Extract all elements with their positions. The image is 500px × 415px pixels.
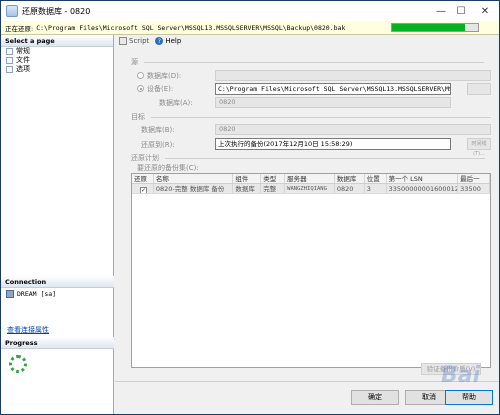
page-item-label: 选项 (16, 65, 30, 73)
backup-sets-label: 要还原的备份集(C): (137, 164, 199, 172)
column-header[interactable]: 最后一 (458, 174, 490, 183)
column-header[interactable]: 第一个 LSN (387, 174, 459, 183)
table-cell: WANGZHIQIANG (285, 184, 335, 193)
table-cell: 33500000001600012 (388, 184, 459, 193)
maximize-button[interactable]: ☐ (451, 1, 471, 21)
destination-db-label: 数据库(B): (141, 126, 175, 134)
column-header[interactable]: 位置 (365, 174, 387, 183)
script-label: Script (129, 37, 150, 45)
status-path: C:\Program Files\Microsoft SQL Server\MS… (36, 23, 346, 32)
radio-selected-icon (137, 85, 144, 92)
watermark-logo: Bai (441, 363, 481, 388)
ok-button[interactable]: 确定 (351, 390, 399, 405)
page-icon (6, 66, 13, 73)
window-title: 还原数据库 - 0820 (22, 6, 91, 16)
help-footer-button[interactable]: 帮助 (445, 390, 493, 405)
help-label: Help (165, 37, 182, 45)
table-cell: 33500 (458, 184, 490, 193)
title-bar: 还原数据库 - 0820 — ☐ ✕ (1, 1, 499, 21)
destination-group-label: 目标 (131, 113, 145, 121)
source-database-combo[interactable] (215, 70, 491, 81)
timeline-button[interactable]: 时间线(T)... (467, 138, 491, 157)
minimize-button[interactable]: — (431, 1, 451, 21)
source-db-select[interactable]: 0820 (215, 97, 451, 108)
status-label: 正在还原: (5, 24, 34, 33)
column-header[interactable]: 类型 (261, 174, 286, 183)
close-button[interactable]: ✕ (471, 1, 499, 21)
column-header[interactable]: 服务器 (285, 174, 335, 183)
column-header[interactable]: 名称 (154, 174, 234, 183)
database-icon (6, 5, 18, 17)
progress-header: Progress (1, 337, 114, 349)
connection-section: Connection DREAM [sa] (1, 276, 114, 300)
script-button[interactable]: Script (119, 37, 149, 45)
progress-fill (392, 24, 466, 31)
source-group: 源 (131, 57, 484, 67)
table-cell: 完整 (261, 184, 286, 193)
column-header[interactable]: 还原 (132, 174, 154, 183)
destination-group: 目标 (131, 112, 491, 122)
left-panel: Select a page 常规 文件 选项 Connection DREAM … (1, 35, 114, 414)
checkbox[interactable]: ✓ (139, 187, 147, 193)
table-cell: 3 (365, 184, 387, 193)
progress-spinner-icon (9, 355, 27, 373)
page-item-general[interactable]: 常规 (1, 47, 113, 56)
table-cell: 0820-完整 数据库 备份 (154, 184, 234, 193)
table-cell: 数据库 (233, 184, 262, 193)
server-icon (6, 290, 14, 298)
toolbar: Script ? Help (115, 35, 499, 47)
divider (144, 61, 484, 63)
view-connection-properties-link[interactable]: 查看连接属性 (7, 325, 49, 335)
destination-db-select[interactable]: 0820 (215, 124, 491, 135)
connection-name: DREAM [sa] (17, 290, 57, 298)
connection-header: Connection (1, 276, 114, 288)
restore-status-bar: 正在还原: C:\Program Files\Microsoft SQL Ser… (1, 21, 499, 35)
device-radio[interactable]: 设备(E): (137, 84, 173, 94)
source-db-label: 数据库(A): (159, 99, 193, 107)
restore-plan-group-label: 还原计划 (131, 154, 159, 162)
source-database-radio[interactable]: 数据库(D): (137, 71, 181, 81)
restore-database-window: 还原数据库 - 0820 — ☐ ✕ 正在还原: C:\Program File… (0, 0, 500, 415)
column-header[interactable]: 组件 (233, 174, 262, 183)
help-icon: ? (155, 37, 164, 45)
restore-checkbox-cell[interactable]: ✓ (132, 184, 154, 193)
select-page-header: Select a page (1, 35, 113, 47)
connection-item: DREAM [sa] (1, 288, 114, 300)
progress-section: Progress (1, 337, 114, 373)
backup-sets-grid[interactable]: 还原 名称 组件 类型 服务器 数据库 位置 第一个 LSN 最后一 ✓ 082… (131, 173, 491, 368)
divider (151, 116, 491, 118)
restore-plan-group: 还原计划 (131, 153, 485, 163)
table-cell: 0820 (335, 184, 365, 193)
page-icon (6, 48, 13, 55)
device-radio-label: 设备(E): (147, 85, 174, 93)
page-icon (6, 57, 13, 64)
table-row[interactable]: ✓ 0820-完整 数据库 备份 数据库 完整 WANGZHIQIANG 082… (132, 184, 490, 194)
restore-to-field[interactable]: 上次执行的备份(2017年12月10日 15:58:29) (215, 138, 451, 150)
grid-header: 还原 名称 组件 类型 服务器 数据库 位置 第一个 LSN 最后一 (132, 174, 490, 184)
restore-to-label: 还原到(R): (141, 141, 175, 149)
source-group-label: 源 (131, 58, 138, 66)
page-item-label: 文件 (16, 56, 30, 64)
page-item-label: 常规 (16, 47, 30, 55)
column-header[interactable]: 数据库 (335, 174, 365, 183)
page-item-options[interactable]: 选项 (1, 65, 113, 74)
script-icon (119, 37, 127, 45)
main-panel: 源 数据库(D): 设备(E): C:\Program Files\Micros… (115, 47, 499, 377)
source-database-radio-label: 数据库(D): (147, 72, 182, 80)
device-path-field[interactable]: C:\Program Files\Microsoft SQL Server\MS… (215, 83, 451, 95)
page-item-files[interactable]: 文件 (1, 56, 113, 65)
browse-device-button[interactable] (467, 83, 491, 95)
restore-progress-bar (391, 23, 479, 32)
divider (165, 157, 485, 159)
help-button[interactable]: ? Help (155, 37, 181, 45)
radio-icon (137, 72, 144, 79)
